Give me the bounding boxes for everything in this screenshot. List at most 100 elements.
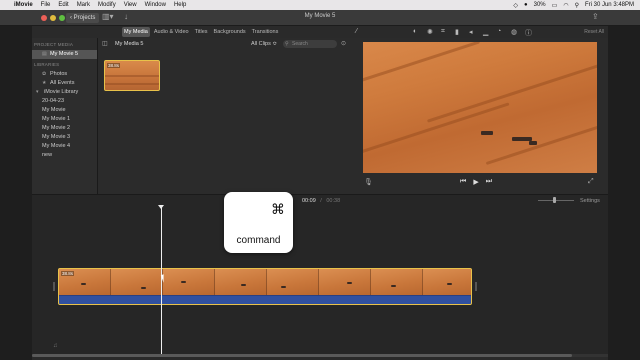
timeline-clip[interactable]: 38.8s — [58, 268, 472, 305]
timeline-header: 00:09 / 00:38 Settings — [32, 194, 608, 206]
viewer: 🎙 ⏮ ▶ ⏭ ⤢ — [354, 38, 608, 194]
clip-frame — [267, 269, 319, 296]
menu-view[interactable]: View — [124, 2, 137, 8]
info-icon[interactable]: ⓘ — [525, 28, 532, 38]
browser-tabs: My Media Audio & Video Titles Background… — [98, 27, 352, 37]
search-field[interactable]: ⚲ Search — [283, 40, 337, 48]
sidebar-item-label: All Events — [50, 80, 75, 86]
color-balance-icon[interactable]: ◐ — [413, 28, 417, 35]
clock[interactable]: Fri 30 Jun 3:48PM — [585, 2, 634, 8]
sidebar-item-label: My Movie 5 — [50, 51, 79, 57]
clip-duration: 38.8s — [107, 63, 121, 68]
sidebar-item-event[interactable]: My Movie 4 — [32, 142, 97, 151]
music-note-icon: ♫ — [53, 343, 58, 349]
keystroke-overlay: ⌘ command — [224, 192, 293, 253]
clip-duration: 38.8s — [61, 271, 75, 276]
sidebar-item-label: iMovie Library — [44, 89, 79, 95]
tab-my-media[interactable]: My Media — [122, 27, 150, 37]
sidebar-item-event[interactable]: My Movie — [32, 106, 97, 115]
zoom-slider[interactable] — [538, 200, 574, 201]
timecode-separator: / — [320, 198, 322, 204]
menu-mark[interactable]: Mark — [77, 2, 90, 8]
sidebar-item-event[interactable]: My Movie 2 — [32, 124, 97, 133]
project-media-heading: PROJECT MEDIA — [34, 42, 74, 47]
magic-wand-icon[interactable]: ⁄ — [356, 28, 357, 35]
browser-header: ◫ My Media 5 All Clips ≎ ⚲ Search ⊙ — [98, 38, 354, 50]
sidebar-item-label: My Movie 2 — [42, 125, 71, 131]
timeline-settings-button[interactable]: Settings — [580, 198, 600, 204]
play-icon[interactable]: ▶ — [473, 178, 478, 186]
sidebar-item-event[interactable]: 20-04-23 — [32, 97, 97, 106]
clip-frame — [163, 269, 215, 296]
timeline[interactable]: 38.8s — [32, 206, 608, 356]
menu-window[interactable]: Window — [145, 2, 166, 8]
sidebar-item-all-events[interactable]: ★ All Events — [32, 79, 97, 88]
tab-titles[interactable]: Titles — [193, 27, 210, 37]
timecode: 00:09 / 00:38 — [302, 198, 340, 204]
video-frame[interactable] — [363, 42, 597, 173]
command-key-icon: ⌘ — [271, 202, 285, 218]
search-icon: ⚲ — [285, 41, 289, 47]
battery-icon[interactable]: ▭ — [552, 2, 558, 9]
search-placeholder: Search — [292, 41, 308, 47]
wifi-icon[interactable]: ◠ — [563, 2, 568, 9]
star-icon: ★ — [42, 80, 47, 86]
zoom-slider-knob[interactable] — [553, 197, 556, 203]
sidebar-item-photos[interactable]: ✿ Photos — [32, 70, 97, 79]
scrollbar-thumb[interactable] — [32, 354, 572, 357]
sidebar-item-event[interactable]: My Movie 3 — [32, 133, 97, 142]
reset-all-button[interactable]: Reset All — [584, 29, 604, 35]
sidebar-item-event[interactable]: My Movie 1 — [32, 115, 97, 124]
sidebar-item-label: My Movie 4 — [42, 143, 71, 149]
window-title-bar: ‹ Projects ▥▾ ↓ My Movie 5 ⇪ — [0, 10, 640, 26]
crop-icon[interactable]: ⌗ — [441, 28, 445, 36]
search-menu-icon[interactable]: ⚲ — [575, 2, 579, 9]
total-time: 00:38 — [326, 198, 341, 204]
fullscreen-icon[interactable]: ⤢ — [588, 178, 594, 186]
audio-waveform-band[interactable] — [59, 295, 471, 304]
vehicle — [481, 131, 493, 135]
clip-trim-handle-left[interactable] — [53, 282, 55, 291]
tab-audio-video[interactable]: Audio & Video — [152, 27, 191, 37]
sidebar-item-label: My Movie 1 — [42, 116, 71, 122]
clip-filter-icon[interactable]: ◍ — [511, 28, 517, 36]
speed-icon[interactable]: ◔ — [497, 28, 501, 35]
media-clip-thumbnail[interactable]: 38.8s — [104, 60, 160, 91]
dropbox-icon[interactable]: ◇ — [513, 2, 518, 9]
command-key-label: command — [236, 235, 281, 246]
playhead[interactable] — [161, 206, 162, 356]
clip-trim-handle-right[interactable] — [475, 282, 477, 291]
battery-percent[interactable]: 30% — [534, 2, 546, 8]
share-icon[interactable]: ⇪ — [592, 12, 599, 21]
noise-reduction-icon[interactable]: ▁ — [483, 28, 488, 36]
menu-help[interactable]: Help — [174, 2, 186, 8]
clip-frame — [319, 269, 371, 296]
color-correction-icon[interactable]: ✺ — [427, 28, 433, 36]
microphone-icon[interactable]: 🎙 — [364, 178, 373, 186]
tab-transitions[interactable]: Transitions — [250, 27, 281, 37]
stabilization-icon[interactable]: ▮ — [455, 28, 459, 36]
sidebar-item-label: My Movie 3 — [42, 134, 71, 140]
sidebar-toggle-icon[interactable]: ◫ — [102, 40, 108, 47]
menu-file[interactable]: File — [41, 2, 51, 8]
sidebar-item-event[interactable]: new — [32, 151, 97, 160]
skip-forward-icon[interactable]: ⏭ — [486, 178, 492, 186]
volume-icon[interactable]: ◂ — [469, 28, 473, 36]
photos-icon: ✿ — [42, 71, 47, 77]
record-icon[interactable]: ● — [524, 2, 528, 8]
menu-edit[interactable]: Edit — [58, 2, 68, 8]
sidebar-item-project[interactable]: ▤ My Movie 5 — [32, 50, 97, 59]
library-sidebar: PROJECT MEDIA ▤ My Movie 5 LIBRARIES ✿ Pho… — [32, 38, 98, 194]
all-clips-dropdown[interactable]: All Clips ≎ — [251, 41, 277, 47]
menu-modify[interactable]: Modify — [98, 2, 116, 8]
sidebar-item-imovie-library[interactable]: ▾ iMovie Library — [32, 88, 97, 97]
tab-backgrounds[interactable]: Backgrounds — [212, 27, 248, 37]
clip-frame — [371, 269, 423, 296]
clip-frame — [215, 269, 267, 296]
skip-back-icon[interactable]: ⏮ — [460, 178, 466, 186]
disclosure-icon[interactable]: ▾ — [36, 88, 42, 97]
timeline-scrollbar[interactable] — [32, 354, 608, 357]
current-time: 00:09 — [302, 198, 316, 204]
browser-settings-icon[interactable]: ⊙ — [341, 40, 346, 47]
menu-app-name[interactable]: iMovie — [14, 2, 33, 8]
